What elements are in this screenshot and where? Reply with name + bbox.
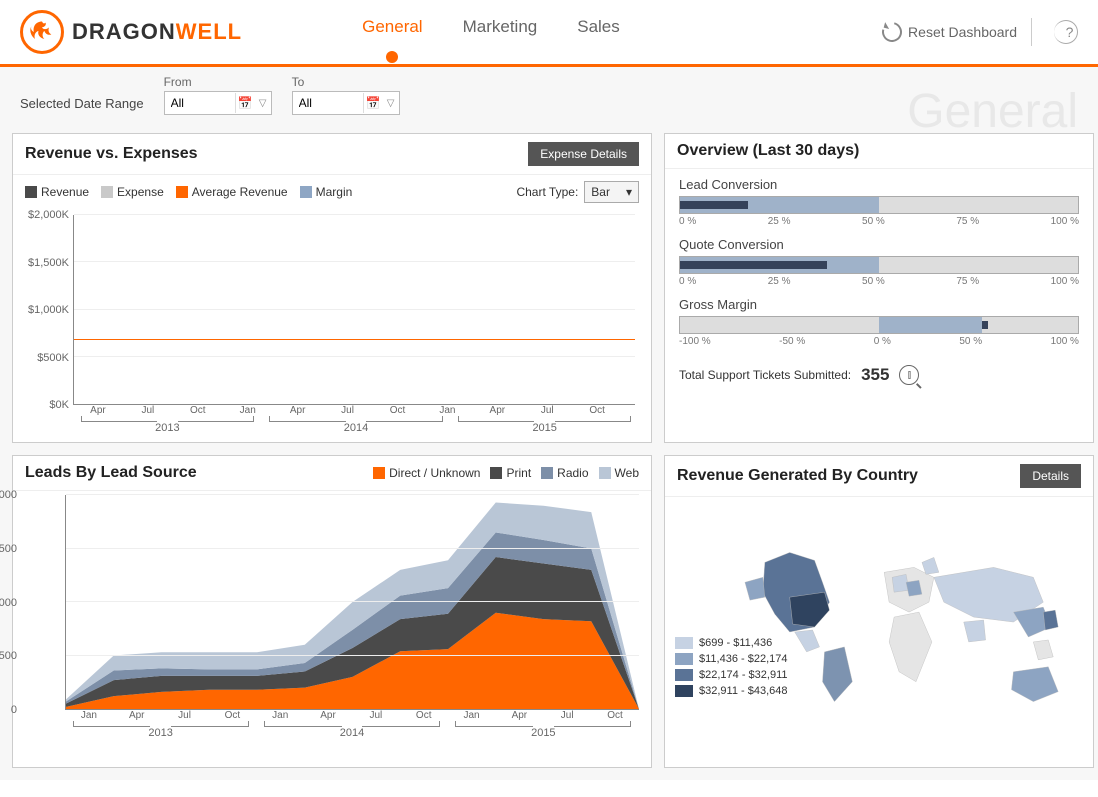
- legend-item: Direct / Unknown: [373, 466, 480, 480]
- chevron-down-icon: ▾: [626, 185, 632, 199]
- metric-bar: [679, 256, 1079, 274]
- legend-item: Web: [599, 466, 639, 480]
- tickets-count: 355: [861, 365, 889, 385]
- legend-label: Margin: [316, 185, 353, 199]
- divider: [1031, 18, 1032, 46]
- legend-item: Margin: [300, 185, 353, 199]
- brand-text: DRAGONWELL: [72, 19, 242, 45]
- leads-area-chart: 05001,0001,5002,000 JanAprJulOctJanAprJu…: [13, 491, 651, 747]
- world-map: $699 - $11,436 $11,436 - $22,174 $22,174 -…: [665, 497, 1093, 767]
- tickets-label: Total Support Tickets Submitted:: [679, 368, 851, 382]
- calendar-icon[interactable]: 📅: [363, 93, 383, 113]
- legend-swatch: [599, 467, 611, 479]
- overview-panel: Overview (Last 30 days) Lead Conversion0…: [664, 133, 1094, 443]
- brand-logo: DRAGONWELL: [20, 10, 242, 54]
- map-legend-item: $699 - $11,436: [675, 637, 787, 649]
- metric-bar: [679, 316, 1079, 334]
- reset-icon: [878, 18, 905, 45]
- panel-title: Revenue vs. Expenses: [25, 145, 198, 163]
- legend-label: Revenue: [41, 185, 89, 199]
- legend-label: Web: [615, 466, 639, 480]
- legend-swatch: [675, 653, 693, 665]
- legend-swatch: [541, 467, 553, 479]
- legend-swatch: [675, 685, 693, 697]
- chart-type-select[interactable]: Bar ▾: [584, 181, 639, 203]
- average-revenue-line: [74, 339, 635, 340]
- to-date-picker[interactable]: 📅 ▽: [292, 91, 400, 115]
- legend-item: Radio: [541, 466, 588, 480]
- legend-label: $22,174 - $32,911: [699, 669, 787, 681]
- legend-label: $699 - $11,436: [699, 637, 772, 649]
- dragon-icon: [20, 10, 64, 54]
- expense-details-button[interactable]: Expense Details: [528, 142, 639, 166]
- calendar-icon[interactable]: 📅: [235, 93, 255, 113]
- panel-title: Overview (Last 30 days): [677, 142, 859, 160]
- legend-swatch: [675, 669, 693, 681]
- nav-tab-marketing[interactable]: Marketing: [463, 17, 538, 47]
- to-date-input[interactable]: [293, 94, 363, 112]
- legend-label: $11,436 - $22,174: [699, 653, 787, 665]
- date-range-label: Selected Date Range: [20, 96, 144, 115]
- legend-item: Revenue: [25, 185, 89, 199]
- map-legend-item: $22,174 - $32,911: [675, 669, 787, 681]
- dashboard-grid: Revenue vs. Expenses Expense Details Rev…: [0, 129, 1098, 780]
- chart-type-label: Chart Type:: [516, 185, 578, 199]
- legend-label: Average Revenue: [192, 185, 288, 199]
- to-label: To: [292, 75, 400, 89]
- legend-item: Print: [490, 466, 531, 480]
- magnify-chart-icon[interactable]: ⫿: [899, 365, 919, 385]
- chart-type-value: Bar: [591, 185, 610, 199]
- legend-item: Average Revenue: [176, 185, 288, 199]
- to-date-group: To 📅 ▽: [292, 75, 400, 115]
- legend-swatch: [675, 637, 693, 649]
- metric-bar: [679, 196, 1079, 214]
- from-date-picker[interactable]: 📅 ▽: [164, 91, 272, 115]
- nav-tab-sales[interactable]: Sales: [577, 17, 620, 47]
- overview-metric: Quote Conversion0 %25 %50 %75 %100 %: [679, 237, 1079, 287]
- chevron-down-icon[interactable]: ▽: [255, 95, 271, 111]
- legend-swatch: [300, 186, 312, 198]
- panel-title: Revenue Generated By Country: [677, 467, 918, 485]
- legend-label: Radio: [557, 466, 588, 480]
- legend-swatch: [101, 186, 113, 198]
- metric-label: Quote Conversion: [679, 237, 1079, 252]
- revenue-expenses-panel: Revenue vs. Expenses Expense Details Rev…: [12, 133, 652, 443]
- legend-swatch: [25, 186, 37, 198]
- map-legend-item: $32,911 - $43,648: [675, 685, 787, 697]
- legend-label: $32,911 - $43,648: [699, 685, 787, 697]
- from-label: From: [164, 75, 272, 89]
- metric-label: Lead Conversion: [679, 177, 1079, 192]
- legend-swatch: [490, 467, 502, 479]
- legend-label: Expense: [117, 185, 164, 199]
- header-actions: Reset Dashboard ?: [882, 18, 1078, 46]
- from-date-input[interactable]: [165, 94, 235, 112]
- legend-swatch: [373, 467, 385, 479]
- reset-dashboard-button[interactable]: Reset Dashboard: [882, 22, 1017, 42]
- chevron-down-icon[interactable]: ▽: [383, 95, 399, 111]
- panel-title: Leads By Lead Source: [25, 464, 197, 482]
- overview-metric: Gross Margin-100 %-50 %0 %50 %100 %: [679, 297, 1079, 347]
- leads-panel: Leads By Lead Source Direct / Unknown Pri…: [12, 455, 652, 768]
- overview-metric: Lead Conversion0 %25 %50 %75 %100 %: [679, 177, 1079, 227]
- legend-label: Print: [506, 466, 531, 480]
- map-details-button[interactable]: Details: [1020, 464, 1081, 488]
- reset-label: Reset Dashboard: [908, 24, 1017, 40]
- nav-tab-general[interactable]: General: [362, 17, 422, 47]
- help-icon[interactable]: ?: [1054, 20, 1078, 44]
- filter-bar: Selected Date Range From 📅 ▽ To 📅 ▽ Gene…: [0, 67, 1098, 129]
- map-legend-item: $11,436 - $22,174: [675, 653, 787, 665]
- metric-label: Gross Margin: [679, 297, 1079, 312]
- legend-item: Expense: [101, 185, 164, 199]
- from-date-group: From 📅 ▽: [164, 75, 272, 115]
- app-header: DRAGONWELL General Marketing Sales Reset…: [0, 0, 1098, 67]
- revenue-legend: Revenue Expense Average Revenue Margin Char…: [13, 175, 651, 209]
- revenue-by-country-panel: Revenue Generated By Country Details: [664, 455, 1094, 768]
- revenue-bar-chart: $0K$500K$1,000K$1,500K$2,000K AprJulOctJ…: [13, 209, 651, 442]
- main-nav: General Marketing Sales: [362, 17, 620, 47]
- legend-swatch: [176, 186, 188, 198]
- chart-type-control: Chart Type: Bar ▾: [516, 181, 639, 203]
- legend-label: Direct / Unknown: [389, 466, 480, 480]
